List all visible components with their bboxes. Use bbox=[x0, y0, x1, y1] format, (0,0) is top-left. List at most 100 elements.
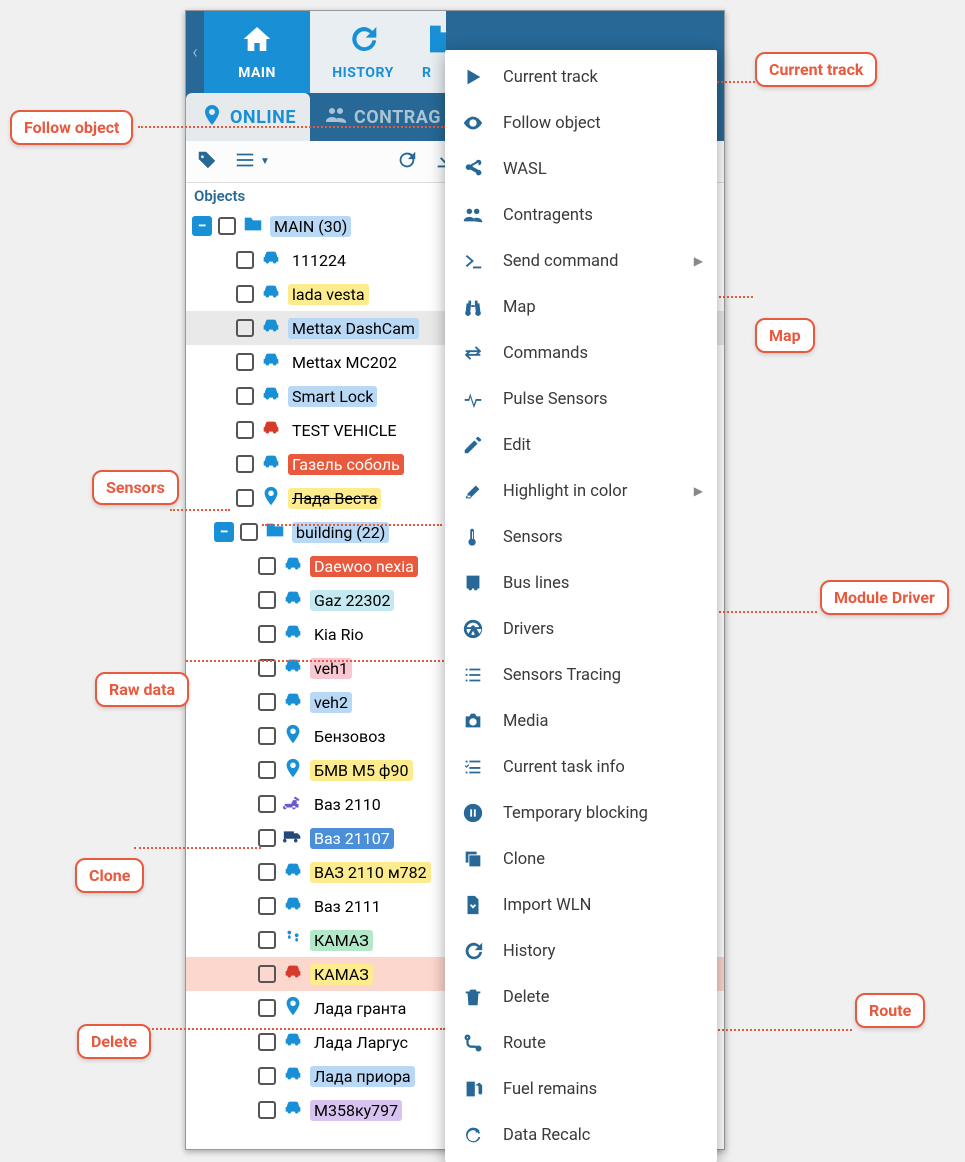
ctx-item-label: Follow object bbox=[503, 114, 601, 133]
ctx-item-history[interactable]: History bbox=[445, 928, 717, 974]
checkbox[interactable] bbox=[236, 353, 254, 371]
checkbox[interactable] bbox=[258, 999, 276, 1017]
ctx-item-temporary-blocking[interactable]: Temporary blocking bbox=[445, 790, 717, 836]
folder-icon bbox=[242, 213, 264, 239]
checkbox[interactable] bbox=[258, 557, 276, 575]
vehicle-icon bbox=[282, 689, 304, 715]
ctx-item-label: Fuel remains bbox=[503, 1080, 597, 1099]
refresh-icon[interactable] bbox=[396, 149, 418, 175]
vehicle-icon bbox=[282, 655, 304, 681]
checkbox[interactable] bbox=[236, 421, 254, 439]
subtab-contragents[interactable]: CONTRAG bbox=[310, 93, 455, 141]
ctx-item-follow-object[interactable]: Follow object bbox=[445, 100, 717, 146]
vehicle-icon bbox=[282, 621, 304, 647]
checkbox[interactable] bbox=[258, 761, 276, 779]
ctx-item-pulse-sensors[interactable]: Pulse Sensors bbox=[445, 376, 717, 422]
nav-tab-main[interactable]: MAIN bbox=[204, 11, 310, 93]
tree-item-label: КАМАЗ bbox=[310, 964, 373, 985]
checkbox[interactable] bbox=[218, 217, 236, 235]
callout-route: Route bbox=[855, 993, 925, 1028]
checkbox[interactable] bbox=[258, 1033, 276, 1051]
checkbox[interactable] bbox=[258, 591, 276, 609]
menu-icon[interactable] bbox=[234, 149, 256, 175]
vehicle-icon bbox=[282, 723, 304, 749]
callout-map: Map bbox=[755, 318, 815, 353]
vehicle-icon bbox=[260, 247, 282, 273]
checkbox[interactable] bbox=[236, 387, 254, 405]
ctx-item-sensors-tracing[interactable]: Sensors Tracing bbox=[445, 652, 717, 698]
ctx-item-media[interactable]: Media bbox=[445, 698, 717, 744]
checkbox[interactable] bbox=[236, 285, 254, 303]
vehicle-icon bbox=[260, 417, 282, 443]
checkbox[interactable] bbox=[240, 523, 258, 541]
trash-icon bbox=[461, 986, 485, 1008]
tree-item-label: veh2 bbox=[310, 692, 352, 713]
checkbox[interactable] bbox=[258, 795, 276, 813]
checkbox[interactable] bbox=[258, 1101, 276, 1119]
ctx-item-contragents[interactable]: Contragents bbox=[445, 192, 717, 238]
play-icon bbox=[461, 66, 485, 88]
ctx-item-data-recalc[interactable]: Data Recalc bbox=[445, 1112, 717, 1158]
checkbox[interactable] bbox=[258, 829, 276, 847]
nav-tab-reports-label: R bbox=[422, 65, 431, 81]
tree-root-label: MAIN (30) bbox=[270, 216, 351, 237]
tree-item-label: Лада Ларгус bbox=[310, 1032, 412, 1053]
ctx-item-send-command[interactable]: Send command▶ bbox=[445, 238, 717, 284]
ctx-item-drivers[interactable]: Drivers bbox=[445, 606, 717, 652]
ctx-item-route[interactable]: Route bbox=[445, 1020, 717, 1066]
checkbox[interactable] bbox=[258, 693, 276, 711]
ctx-item-current-task-info[interactable]: Current task info bbox=[445, 744, 717, 790]
camera-icon bbox=[461, 710, 485, 732]
ctx-item-delete[interactable]: Delete bbox=[445, 974, 717, 1020]
collapse-icon[interactable]: − bbox=[192, 216, 212, 236]
ctx-item-commands[interactable]: Commands bbox=[445, 330, 717, 376]
tree-item-label: lada vesta bbox=[288, 284, 369, 305]
ctx-item-label: Route bbox=[503, 1034, 546, 1053]
back-chevron-icon[interactable]: ‹ bbox=[186, 11, 204, 93]
nav-tab-reports[interactable]: R bbox=[416, 11, 446, 93]
ctx-item-sensors[interactable]: Sensors bbox=[445, 514, 717, 560]
ctx-item-clone[interactable]: Clone bbox=[445, 836, 717, 882]
checkbox[interactable] bbox=[236, 489, 254, 507]
ctx-item-edit[interactable]: Edit bbox=[445, 422, 717, 468]
folder-icon bbox=[264, 519, 286, 545]
checkbox[interactable] bbox=[236, 455, 254, 473]
checkbox[interactable] bbox=[258, 727, 276, 745]
ctx-item-label: Edit bbox=[503, 436, 531, 455]
vehicle-icon bbox=[282, 587, 304, 613]
checkbox[interactable] bbox=[258, 1067, 276, 1085]
checkbox[interactable] bbox=[258, 965, 276, 983]
tree-item-label: КАМАЗ bbox=[310, 930, 373, 951]
checkbox[interactable] bbox=[258, 863, 276, 881]
ctx-item-current-track[interactable]: Current track bbox=[445, 54, 717, 100]
tree-item-label: Ваз 21107 bbox=[310, 828, 394, 849]
vehicle-icon bbox=[282, 1063, 304, 1089]
checkbox[interactable] bbox=[258, 931, 276, 949]
chevron-right-icon: ▶ bbox=[694, 484, 703, 498]
vehicle-icon bbox=[282, 757, 304, 783]
tags-icon[interactable] bbox=[196, 149, 218, 175]
ctx-item-label: Current track bbox=[503, 68, 598, 87]
wheel-icon bbox=[461, 618, 485, 640]
ctx-item-label: Drivers bbox=[503, 620, 554, 639]
ctx-item-wasl[interactable]: WASL bbox=[445, 146, 717, 192]
vehicle-icon bbox=[282, 893, 304, 919]
nav-tab-history[interactable]: HISTORY bbox=[310, 11, 416, 93]
tree-item-label: Лада гранта bbox=[310, 998, 410, 1019]
ctx-item-highlight-in-color[interactable]: Highlight in color▶ bbox=[445, 468, 717, 514]
checkbox[interactable] bbox=[236, 319, 254, 337]
ctx-item-import-wln[interactable]: Import WLN bbox=[445, 882, 717, 928]
collapse-icon[interactable]: − bbox=[214, 522, 234, 542]
checkbox[interactable] bbox=[236, 251, 254, 269]
checkbox[interactable] bbox=[258, 625, 276, 643]
tree-item-label: М358ку797 bbox=[310, 1100, 402, 1121]
subtab-online[interactable]: ONLINE bbox=[186, 93, 310, 141]
ctx-item-bus-lines[interactable]: Bus lines bbox=[445, 560, 717, 606]
fuel-icon bbox=[461, 1078, 485, 1100]
ctx-item-fuel-remains[interactable]: Fuel remains bbox=[445, 1066, 717, 1112]
callout-clone: Clone bbox=[75, 858, 144, 893]
tree-item-label: ВАЗ 2110 м782 bbox=[310, 862, 431, 883]
checkbox[interactable] bbox=[258, 897, 276, 915]
ctx-item-map[interactable]: Map bbox=[445, 284, 717, 330]
vehicle-icon bbox=[282, 961, 304, 987]
